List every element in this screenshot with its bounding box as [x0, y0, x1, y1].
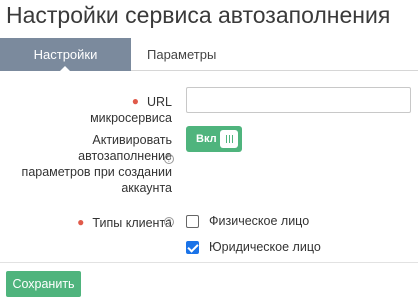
autofill-label-line-1: Активировать: [92, 133, 172, 147]
autofill-label-line-2: автозаполнение: [78, 149, 172, 163]
legal-entity-checkbox[interactable]: [186, 240, 199, 254]
autofill-label-line-3: параметров при создании: [21, 165, 172, 179]
help-icon[interactable]: ?: [164, 217, 174, 227]
required-marker: ●: [131, 94, 139, 108]
url-field-label: ● URL микросервиса: [50, 93, 172, 126]
required-marker: ●: [77, 215, 85, 229]
help-icon[interactable]: ?: [164, 154, 174, 164]
save-button[interactable]: Сохранить: [6, 271, 81, 297]
autofill-label-line-3-wrap: параметров при создании: [4, 164, 172, 180]
client-types-label: ● Типы клиента: [60, 214, 172, 231]
individual-checkbox[interactable]: [186, 214, 199, 228]
individual-label: Физическое лицо: [209, 214, 310, 228]
toggle-knob: [220, 130, 238, 148]
client-type-legal-entity[interactable]: Юридическое лицо: [186, 239, 321, 255]
microservice-url-input[interactable]: [186, 87, 411, 113]
client-types-label-text: Типы клиента: [92, 216, 172, 230]
footer-divider: [0, 262, 418, 263]
client-type-individual[interactable]: Физическое лицо: [186, 213, 309, 229]
tab-parameters[interactable]: Параметры: [139, 38, 224, 71]
autofill-label: Активировать автозаполнение параметров п…: [4, 132, 172, 196]
toggle-label: Вкл: [196, 133, 217, 145]
tab-service-settings[interactable]: Настройки сервиса: [0, 38, 131, 95]
page-title: Настройки сервиса автозаполнения: [6, 2, 391, 28]
autofill-toggle[interactable]: Вкл: [186, 126, 242, 152]
legal-entity-label: Юридическое лицо: [209, 240, 321, 254]
tab-bar: Настройки сервиса Параметры: [0, 38, 418, 95]
autofill-label-line-2-wrap: автозаполнение: [4, 148, 172, 164]
autofill-label-line-4: аккаунта: [121, 181, 172, 195]
